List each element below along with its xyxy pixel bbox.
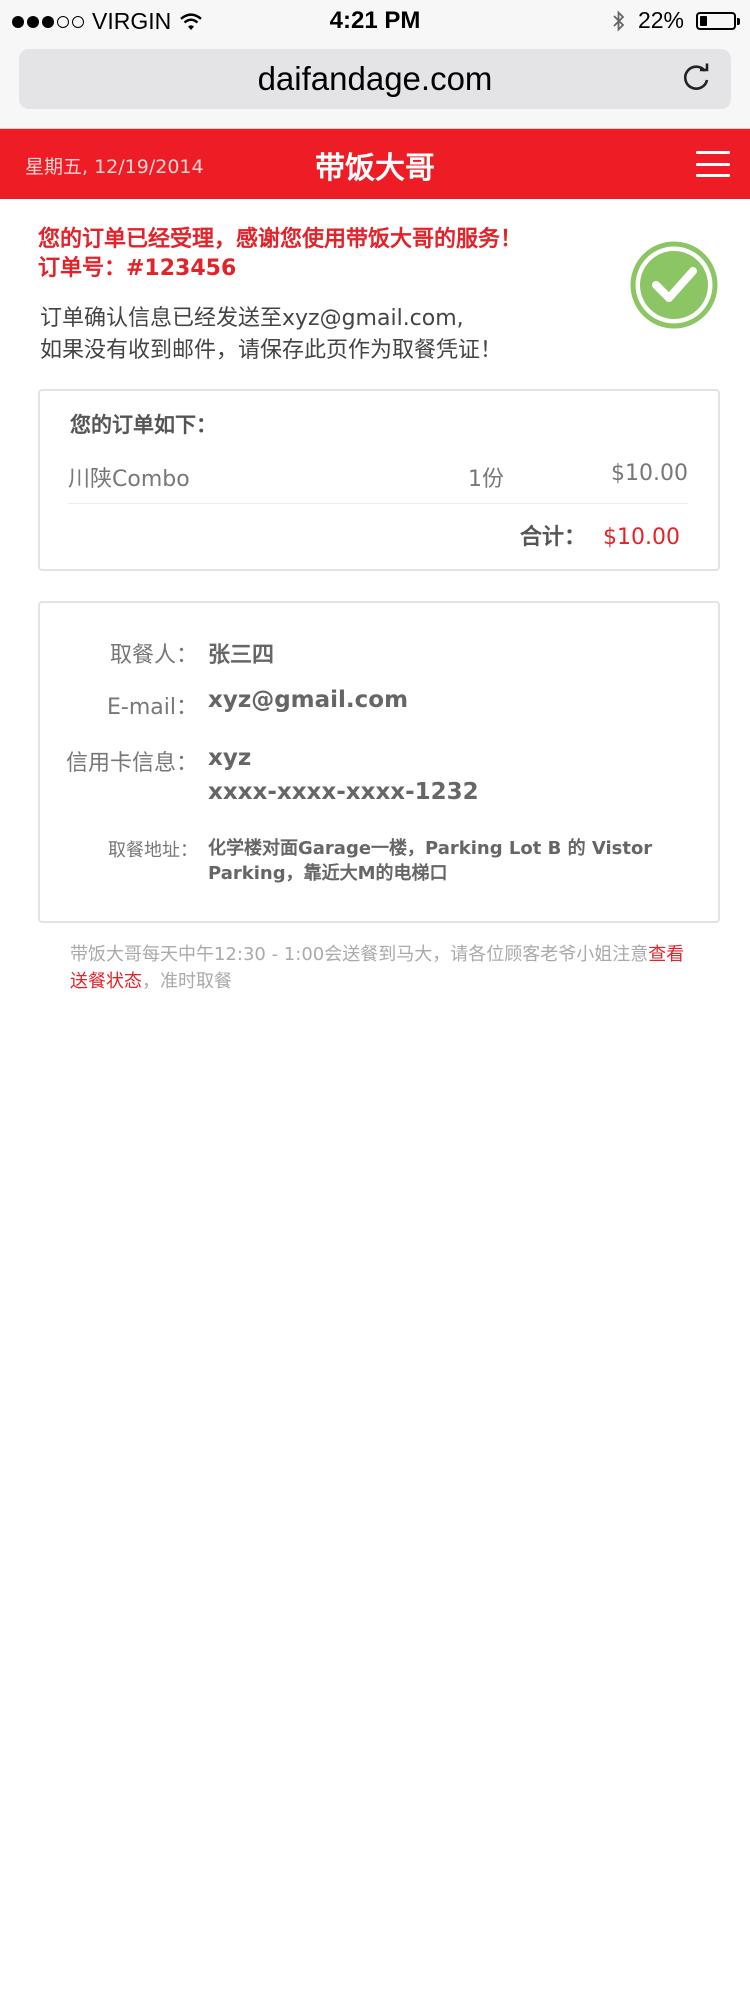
item-price: $10.00 [611, 461, 688, 486]
confirmation-heading: 您的订单已经受理，感谢您使用带饭大哥的服务！ 订单号：#123456 [38, 225, 638, 283]
confirmation-message: 订单确认信息已经发送至xyz@gmail.com, 如果没有收到邮件，请保存此页… [40, 303, 600, 367]
order-summary-card: 您的订单如下： 川陕Combo 1份 $10.00 合计： $10.00 [38, 389, 720, 571]
site-title[interactable]: 带饭大哥 [0, 143, 750, 187]
status-bar-right: 22% [612, 7, 740, 34]
confirmation-message-line1: 订单确认信息已经发送至xyz@gmail.com, [40, 306, 464, 331]
order-summary-heading: 您的订单如下： [70, 413, 217, 437]
pickup-name-value: 张三四 [208, 643, 275, 668]
browser-toolbar: daifandage.com [0, 40, 750, 129]
card-holder-name: xyz [208, 745, 252, 771]
pickup-address-label: 取餐地址： [108, 840, 198, 861]
order-total: 合计： $10.00 [520, 519, 680, 551]
card-info-label: 信用卡信息： [65, 751, 198, 776]
delivery-notice: 带饭大哥每天中午12:30 - 1:00会送餐到马大，请各位顾客老爷小姐注意查看… [70, 941, 690, 995]
confirmation-message-line2: 如果没有收到邮件，请保存此页作为取餐凭证！ [40, 338, 503, 363]
pickup-name-label: 取餐人： [109, 643, 198, 668]
status-bar: VIRGIN 4:21 PM 22% [0, 0, 750, 40]
address-bar[interactable]: daifandage.com [19, 49, 731, 109]
check-circle-icon [630, 241, 718, 329]
order-number: 订单号：#123456 [38, 256, 237, 281]
order-item-row: 川陕Combo 1份 $10.00 [68, 459, 688, 504]
notice-text-end: ，准时取餐 [142, 971, 232, 992]
pickup-info-card: 取餐人： 张三四 E-mail： xyz@gmail.com 信用卡信息： xy… [38, 601, 720, 923]
url-text: daifandage.com [257, 60, 493, 97]
bluetooth-icon [613, 9, 625, 32]
notice-text: 带饭大哥每天中午12:30 - 1:00会送餐到马大，请各位顾客老爷小姐注意 [70, 944, 649, 965]
hamburger-menu-icon[interactable] [696, 151, 730, 177]
battery-icon [696, 11, 740, 30]
reload-icon[interactable] [679, 62, 713, 96]
confirmation-title: 您的订单已经受理，感谢您使用带饭大哥的服务！ [38, 227, 523, 252]
email-label: E-mail： [107, 695, 198, 720]
email-value: xyz@gmail.com [208, 687, 409, 713]
battery-level [700, 15, 707, 26]
total-value: $10.00 [603, 525, 680, 550]
total-label: 合计： [520, 525, 587, 550]
battery-percent: 22% [637, 7, 684, 33]
item-quantity: 1份 [468, 467, 504, 492]
pickup-address-value: 化学楼对面Garage一楼，Parking Lot B 的 Vistor Par… [208, 838, 653, 884]
app-header: 星期五, 12/19/2014 带饭大哥 [0, 129, 750, 199]
item-name: 川陕Combo [68, 467, 190, 492]
card-number: xxxx-xxxx-xxxx-1232 [208, 779, 479, 805]
